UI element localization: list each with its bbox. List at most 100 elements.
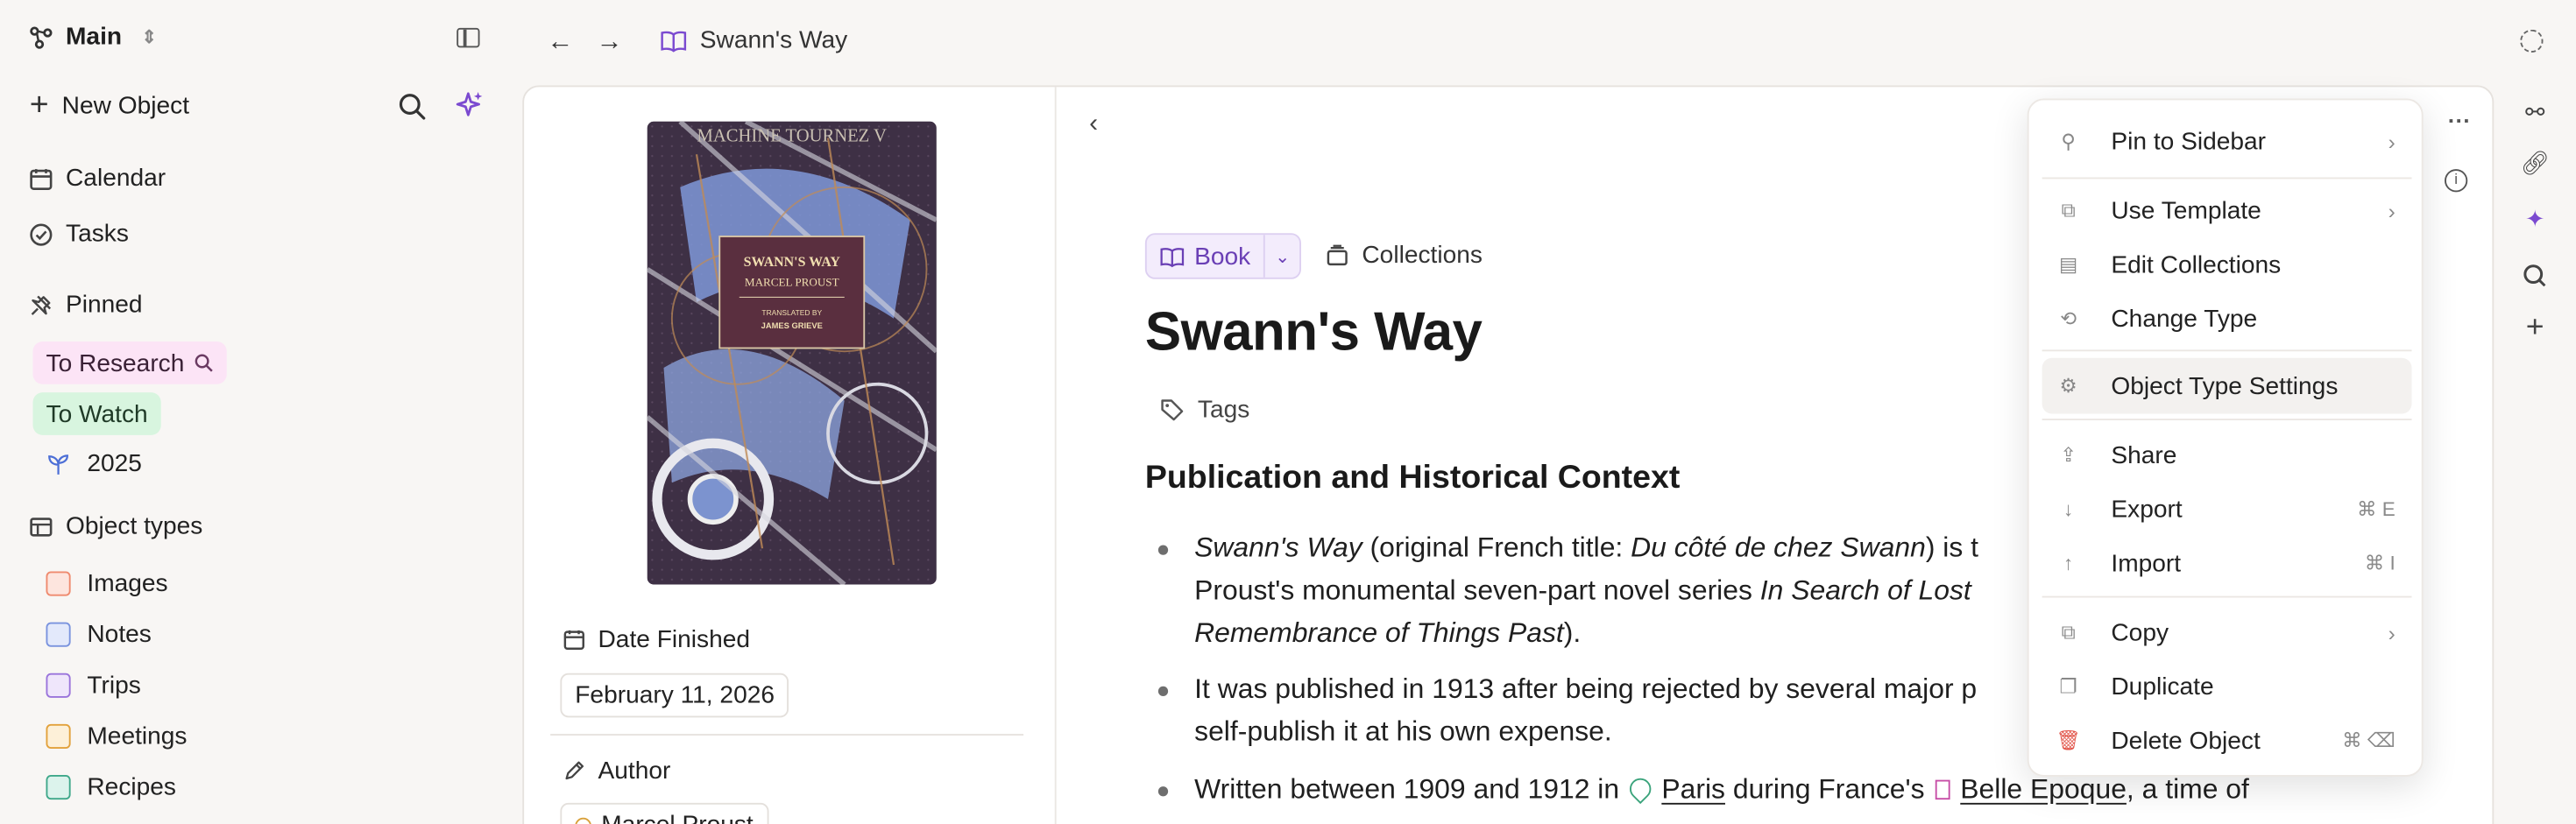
ai-sparkle-icon[interactable]: ✦ bbox=[2522, 204, 2548, 231]
menu-item-label: Object Type Settings bbox=[2111, 371, 2339, 400]
graph-icon[interactable]: ⚯ bbox=[2522, 98, 2548, 125]
pinned-heading[interactable]: Pinned bbox=[30, 291, 143, 319]
property-label: Author bbox=[598, 757, 671, 785]
back-arrow-icon[interactable]: ← bbox=[547, 28, 573, 58]
plus-icon: + bbox=[29, 87, 49, 123]
menu-item-pin-to-sidebar[interactable]: ⚲ Pin to Sidebar › bbox=[2042, 113, 2412, 169]
calendar-icon bbox=[563, 630, 584, 650]
book-icon bbox=[1160, 247, 1185, 267]
page-title[interactable]: Swann's Way bbox=[1145, 300, 1483, 363]
object-type-label: Images bbox=[87, 569, 168, 598]
collections-icon bbox=[1327, 244, 1348, 266]
shortcut-hint: ⌘ I bbox=[2364, 552, 2396, 575]
menu-item-use-template[interactable]: ⧉ Use Template › bbox=[2042, 182, 2412, 238]
sidebar-toggle-icon[interactable] bbox=[456, 27, 480, 48]
object-type-images[interactable]: Images bbox=[46, 570, 168, 598]
menu-divider bbox=[2042, 177, 2412, 180]
notes-icon bbox=[46, 622, 71, 647]
tags-field[interactable]: Tags bbox=[1160, 395, 1250, 424]
sidebar: Main ⇕ + New Object Calendar Tasks Pinne… bbox=[0, 0, 501, 824]
book-icon bbox=[661, 30, 687, 52]
date-finished-value[interactable]: February 11, 2026 bbox=[560, 673, 789, 718]
gear-icon: ⚙ bbox=[2059, 374, 2077, 398]
luggage-icon bbox=[46, 673, 71, 698]
object-type-label: Book bbox=[1194, 242, 1251, 271]
sync-status-icon[interactable] bbox=[2520, 29, 2544, 53]
author-name: Marcel Proust bbox=[601, 811, 753, 824]
object-type-recipes[interactable]: Recipes bbox=[46, 773, 176, 801]
location-icon bbox=[1625, 773, 1657, 805]
pen-icon bbox=[565, 761, 584, 780]
pinned-item-2025[interactable]: 2025 bbox=[46, 450, 142, 478]
people-icon bbox=[46, 723, 71, 749]
workspace-name: Main bbox=[66, 23, 123, 52]
pin-icon: ⚲ bbox=[2061, 130, 2076, 153]
forward-arrow-icon[interactable]: → bbox=[597, 28, 623, 58]
sidebar-item-tasks[interactable]: Tasks bbox=[30, 220, 129, 248]
menu-item-export[interactable]: ↓ Export ⌘ E bbox=[2042, 481, 2412, 537]
menu-item-object-type-settings[interactable]: ⚙ Object Type Settings bbox=[2042, 357, 2412, 414]
menu-item-label: Import bbox=[2111, 549, 2182, 578]
chevron-down-icon[interactable]: ⌄ bbox=[1263, 235, 1299, 278]
more-options-icon[interactable]: ··· bbox=[2448, 107, 2471, 133]
chevron-right-icon: › bbox=[2388, 129, 2396, 154]
menu-item-label: Change Type bbox=[2111, 304, 2258, 333]
plus-icon[interactable]: + bbox=[2522, 310, 2548, 344]
menu-item-delete-object[interactable]: 🗑︎ Delete Object ⌘ ⌫ bbox=[2042, 713, 2412, 769]
object-context-menu: ⚲ Pin to Sidebar › ⧉ Use Template › ▤ Ed… bbox=[2027, 98, 2424, 777]
property-author[interactable]: Author bbox=[563, 757, 670, 785]
new-object-button[interactable]: + New Object bbox=[30, 88, 189, 122]
workspace-icon bbox=[30, 25, 53, 48]
menu-item-duplicate[interactable]: ❐ Duplicate bbox=[2042, 658, 2412, 715]
workspace-switcher[interactable]: Main ⇕ bbox=[30, 23, 157, 51]
link-icon[interactable]: 🔗︎ bbox=[2520, 149, 2549, 176]
breadcrumb-label: Swann's Way bbox=[699, 26, 848, 54]
property-date-finished[interactable]: Date Finished bbox=[563, 625, 750, 653]
menu-item-label: Duplicate bbox=[2111, 672, 2214, 701]
object-type-tag[interactable]: Book ⌄ bbox=[1144, 233, 1302, 279]
property-label: Date Finished bbox=[598, 625, 751, 654]
collections-icon: ▤ bbox=[2058, 252, 2078, 276]
menu-item-copy[interactable]: ⧉ Copy › bbox=[2042, 604, 2412, 660]
menu-item-import[interactable]: ↑ Import ⌘ I bbox=[2042, 535, 2412, 591]
object-types-heading[interactable]: Object types bbox=[30, 512, 202, 540]
pinned-item-to-research[interactable]: To Research bbox=[32, 342, 228, 384]
search-icon[interactable] bbox=[2522, 263, 2548, 289]
tags-label: Tags bbox=[1197, 395, 1250, 424]
search-icon[interactable] bbox=[398, 92, 428, 122]
link-paris[interactable]: Paris bbox=[1661, 773, 1725, 805]
collections-button[interactable]: Collections bbox=[1326, 242, 1483, 270]
ai-sparkle-icon[interactable] bbox=[454, 88, 487, 122]
collections-label: Collections bbox=[1362, 241, 1483, 270]
collapse-panel-icon[interactable]: ‹ bbox=[1089, 110, 1098, 140]
pinned-item-to-watch[interactable]: To Watch bbox=[32, 392, 161, 435]
sidebar-item-label: Tasks bbox=[66, 220, 129, 249]
menu-item-share[interactable]: ⇪ Share bbox=[2042, 427, 2412, 483]
link-belle-epoque[interactable]: Belle Epoque bbox=[1960, 773, 2127, 805]
search-icon bbox=[195, 354, 214, 372]
info-icon[interactable]: i bbox=[2445, 169, 2468, 193]
author-value[interactable]: Marcel Proust bbox=[560, 802, 768, 824]
section-heading[interactable]: Publication and Historical Context bbox=[1145, 460, 1681, 497]
cover-author: MARCEL PROUST bbox=[745, 275, 839, 288]
sidebar-item-calendar[interactable]: Calendar bbox=[30, 164, 166, 193]
sidebar-item-label: Calendar bbox=[66, 164, 166, 193]
menu-item-edit-collections[interactable]: ▤ Edit Collections bbox=[2042, 236, 2412, 292]
object-type-notes[interactable]: Notes bbox=[46, 621, 152, 649]
menu-item-change-type[interactable]: ⟲ Change Type bbox=[2042, 291, 2412, 347]
object-type-meetings[interactable]: Meetings bbox=[46, 722, 188, 750]
cover-title: SWANN'S WAY bbox=[744, 255, 841, 270]
object-type-label: Meetings bbox=[87, 722, 188, 750]
menu-item-label: Delete Object bbox=[2111, 726, 2261, 755]
copy-icon: ⧉ bbox=[2061, 619, 2076, 644]
import-icon: ↑ bbox=[2063, 552, 2074, 575]
share-icon: ⇪ bbox=[2060, 443, 2077, 467]
person-icon bbox=[575, 816, 591, 824]
object-type-trips[interactable]: Trips bbox=[46, 672, 141, 700]
cover-translated-by: TRANSLATED BY bbox=[761, 308, 822, 317]
image-icon bbox=[46, 571, 71, 596]
breadcrumb[interactable]: Swann's Way bbox=[661, 26, 847, 54]
tag-icon bbox=[1161, 399, 1184, 421]
change-type-icon: ⟲ bbox=[2060, 306, 2077, 330]
duplicate-icon: ❐ bbox=[2059, 674, 2077, 698]
